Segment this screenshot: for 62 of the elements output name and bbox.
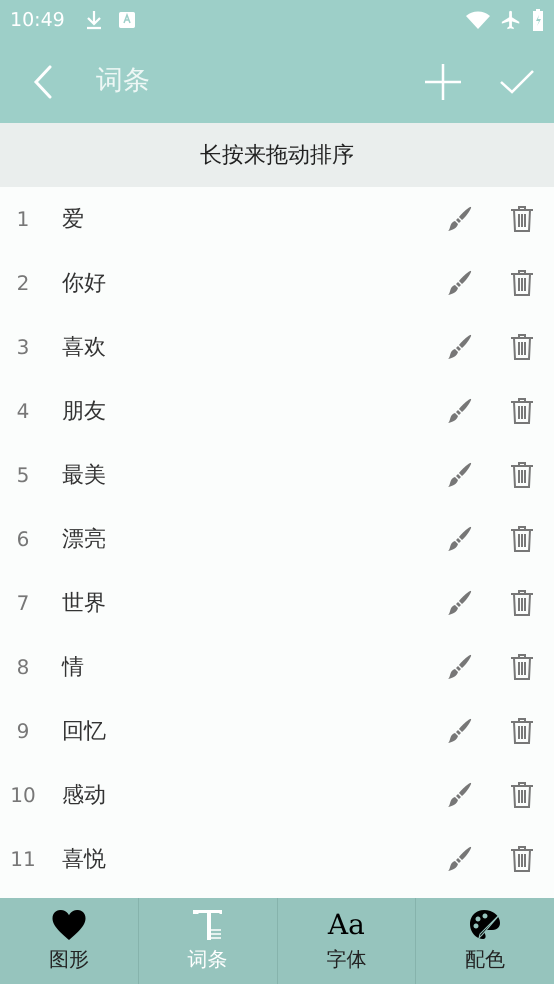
battery-icon xyxy=(532,9,544,31)
palette-icon xyxy=(468,908,502,942)
trash-icon xyxy=(510,526,534,552)
font-icon: Aa xyxy=(328,908,365,942)
trash-icon xyxy=(510,334,534,360)
plus-icon xyxy=(425,64,461,100)
entry-number: 4 xyxy=(16,398,30,425)
bottom-tab[interactable]: 配色 xyxy=(415,898,554,984)
trash-icon xyxy=(510,462,534,488)
entry-number: 3 xyxy=(16,334,30,361)
entry-number: 8 xyxy=(16,654,30,681)
entry-number: 6 xyxy=(16,526,30,553)
keyboard-icon xyxy=(118,12,135,28)
brush-icon xyxy=(447,462,473,488)
entry-text: 爱 xyxy=(62,206,85,234)
wifi-icon xyxy=(466,11,490,29)
airplane-icon xyxy=(500,9,522,31)
brush-icon xyxy=(447,270,473,296)
download-icon xyxy=(84,10,103,30)
trash-icon xyxy=(510,206,534,232)
brush-icon xyxy=(447,206,473,232)
entry-number: 9 xyxy=(16,718,30,745)
entry-number: 10 xyxy=(9,782,37,809)
trash-icon xyxy=(510,846,534,872)
trash-icon xyxy=(510,718,534,744)
entry-text: 你好 xyxy=(62,270,107,298)
entry-text: 朋友 xyxy=(62,398,107,426)
brush-icon xyxy=(447,654,473,680)
heart-icon xyxy=(50,908,87,942)
trash-icon xyxy=(510,590,534,616)
brush-icon xyxy=(447,334,473,360)
entry-number: 1 xyxy=(16,206,30,233)
entry-number: 11 xyxy=(9,846,37,873)
text-icon xyxy=(192,908,224,942)
entry-text: 世界 xyxy=(62,590,107,618)
bottom-tab[interactable]: 图形 xyxy=(0,898,138,984)
entry-text: 喜悦 xyxy=(62,846,107,874)
trash-icon xyxy=(510,654,534,680)
entry-text: 情 xyxy=(62,654,85,682)
trash-icon xyxy=(510,782,534,808)
brush-icon xyxy=(447,846,473,872)
entry-text: 漂亮 xyxy=(62,526,107,554)
entry-number: 5 xyxy=(16,462,30,489)
trash-icon xyxy=(510,398,534,424)
entry-number: 7 xyxy=(16,590,30,617)
entry-text: 最美 xyxy=(62,462,107,490)
brush-icon xyxy=(447,590,473,616)
trash-icon xyxy=(510,270,534,296)
bottom-tab[interactable]: Aa 字体 xyxy=(276,898,416,984)
entry-text: 喜欢 xyxy=(62,334,107,362)
check-icon xyxy=(500,70,534,94)
entry-text: 回忆 xyxy=(62,718,107,746)
brush-icon xyxy=(447,782,473,808)
entry-number: 2 xyxy=(16,270,30,297)
entry-text: 感动 xyxy=(62,782,107,810)
hint-bar: 长按来拖动排序 xyxy=(0,123,554,187)
brush-icon xyxy=(447,398,473,424)
brush-icon xyxy=(447,526,473,552)
brush-icon xyxy=(447,718,473,744)
back-icon xyxy=(33,64,53,98)
status-time: 10:49 xyxy=(10,8,65,33)
page-title: 词条 xyxy=(96,64,151,98)
